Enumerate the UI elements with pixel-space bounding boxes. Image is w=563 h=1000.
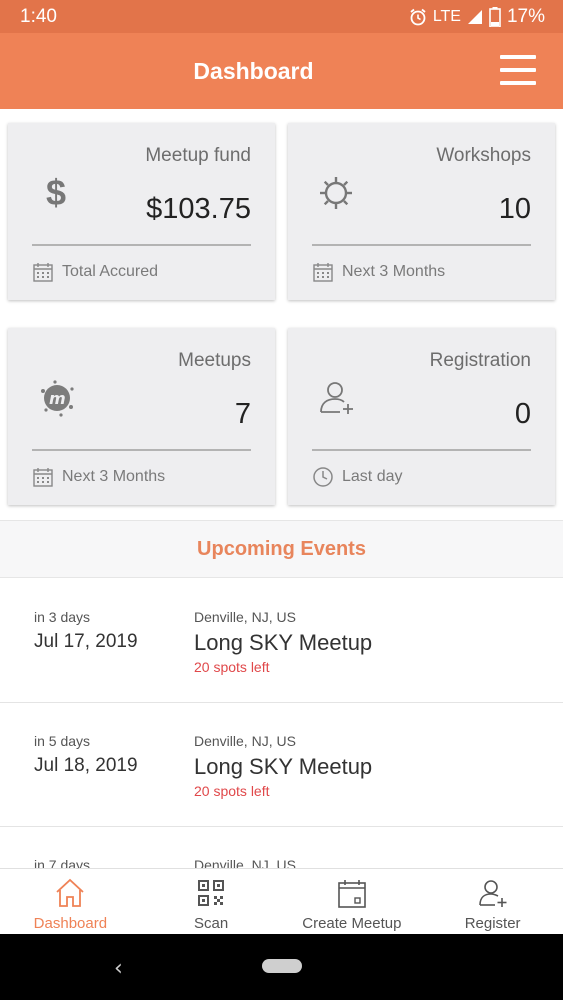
card-footer: Last day xyxy=(312,466,402,488)
home-pill-icon[interactable] xyxy=(262,959,302,973)
battery-icon xyxy=(489,6,501,27)
card-divider xyxy=(32,449,251,451)
event-relative-time: in 5 days xyxy=(34,733,91,749)
event-date: Jul 17, 2019 xyxy=(34,631,138,652)
card-footer-label: Next 3 Months xyxy=(342,263,446,280)
card-value: 7 xyxy=(234,398,251,430)
event-name: Long SKY Meetup xyxy=(194,630,373,655)
status-icons: LTE 17% xyxy=(409,6,545,28)
status-bar: 1:40 LTE 17% xyxy=(0,0,563,33)
calendar-icon xyxy=(33,263,53,282)
alarm-icon xyxy=(410,8,426,25)
nav-label: Dashboard xyxy=(33,915,108,932)
card-meetups[interactable]: Meetups m 7 Next 3 Months xyxy=(8,328,275,505)
card-registration[interactable]: Registration 0 Last day xyxy=(288,328,555,505)
card-meetup-fund[interactable]: Meetup fund $ $103.75 Total Accured xyxy=(8,123,275,300)
card-label: Registration xyxy=(429,350,531,371)
event-item[interactable]: in 3 days Jul 17, 2019 Denville, NJ, US … xyxy=(0,579,563,703)
gear-icon xyxy=(320,177,352,209)
system-nav-bar: ‹ xyxy=(0,934,563,1000)
card-workshops[interactable]: Workshops 10 Next 3 Months xyxy=(288,123,555,300)
event-spots: 20 spots left xyxy=(194,659,270,675)
dollar-icon: $ xyxy=(46,173,66,213)
menu-bar xyxy=(500,55,536,59)
event-location: Denville, NJ, US xyxy=(194,733,296,749)
qr-code-icon xyxy=(198,880,225,906)
event-location: Denville, NJ, US xyxy=(194,609,296,625)
card-footer-label: Last day xyxy=(342,468,403,485)
meetup-logo-icon: m xyxy=(41,380,74,417)
card-label: Meetup fund xyxy=(145,145,251,166)
clock-icon xyxy=(313,467,333,487)
nav-label: Scan xyxy=(194,915,229,932)
card-divider xyxy=(312,449,531,451)
card-footer-label: Next 3 Months xyxy=(62,468,166,485)
nav-scan[interactable]: Scan xyxy=(141,869,282,934)
calendar-icon xyxy=(33,468,53,487)
nav-register[interactable]: Register xyxy=(422,869,563,934)
card-footer: Total Accured xyxy=(32,261,158,283)
menu-bar xyxy=(500,81,536,85)
card-value: 0 xyxy=(514,398,531,430)
event-spots: 20 spots left xyxy=(194,783,270,799)
status-time: 1:40 xyxy=(20,5,57,27)
add-user-icon xyxy=(478,880,507,907)
section-header: Upcoming Events xyxy=(0,520,563,578)
nav-label: Register xyxy=(464,915,521,932)
home-icon xyxy=(56,878,84,907)
section-title: Upcoming Events xyxy=(197,537,366,560)
signal-icon xyxy=(467,9,482,24)
card-value: $103.75 xyxy=(146,193,251,225)
card-footer: Next 3 Months xyxy=(312,261,445,283)
page-title: Dashboard xyxy=(193,57,314,84)
event-name: Long SKY Meetup xyxy=(194,754,373,779)
nav-label: Create Meetup xyxy=(302,915,402,932)
event-relative-time: in 3 days xyxy=(34,609,91,625)
calendar-add-icon xyxy=(338,880,366,908)
network-type: LTE xyxy=(432,7,461,25)
card-footer: Next 3 Months xyxy=(32,466,165,488)
card-value: 10 xyxy=(498,193,531,225)
card-label: Meetups xyxy=(178,350,251,371)
battery-percent: 17% xyxy=(506,5,545,27)
svg-text:$: $ xyxy=(46,173,66,213)
event-item[interactable]: in 5 days Jul 18, 2019 Denville, NJ, US … xyxy=(0,703,563,827)
bottom-nav: Dashboard Scan Create Meetup Register xyxy=(0,868,563,934)
nav-dashboard[interactable]: Dashboard xyxy=(0,869,141,934)
add-user-icon xyxy=(320,382,353,414)
event-date: Jul 18, 2019 xyxy=(34,755,138,776)
card-divider xyxy=(312,244,531,246)
app-bar: Dashboard xyxy=(0,33,563,109)
card-divider xyxy=(32,244,251,246)
stats-cards: Meetup fund $ $103.75 Total Accured Work… xyxy=(0,109,563,520)
calendar-icon xyxy=(313,263,333,282)
back-icon[interactable]: ‹ xyxy=(114,956,123,981)
card-label: Workshops xyxy=(436,145,531,166)
card-footer-label: Total Accured xyxy=(62,263,159,280)
nav-create-meetup[interactable]: Create Meetup xyxy=(282,869,423,934)
menu-button[interactable] xyxy=(500,55,536,85)
menu-bar xyxy=(500,68,536,72)
svg-text:m: m xyxy=(49,389,66,408)
